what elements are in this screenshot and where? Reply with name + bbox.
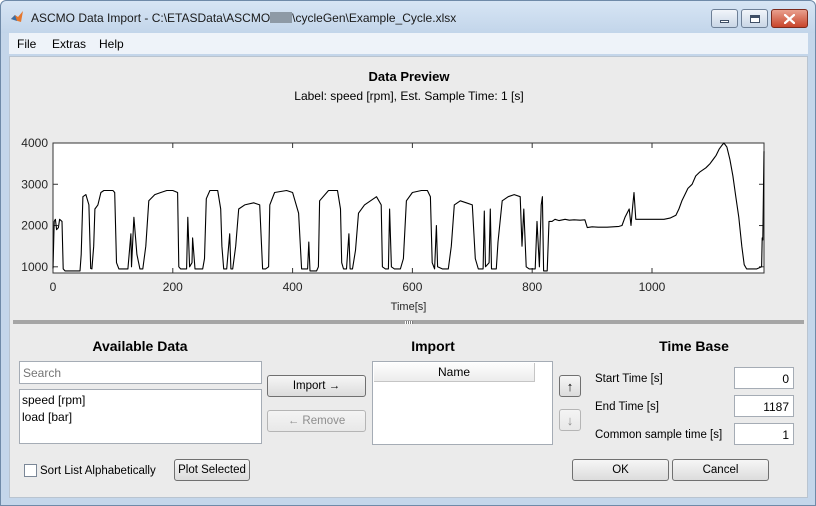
window-title: ASCMO Data Import - C:\ETASData\ASCMO \cy… — [31, 11, 457, 25]
common-sample-time-label: Common sample time [s] — [595, 429, 723, 441]
start-time-label: Start Time [s] — [595, 373, 663, 385]
x-tick-label: 200 — [163, 280, 183, 294]
arrow-down-icon: ↓ — [566, 412, 574, 428]
plot-area — [52, 142, 765, 274]
y-tick-label: 2000 — [21, 219, 48, 233]
name-column-header[interactable]: Name — [374, 363, 535, 382]
matlab-app-icon — [11, 11, 23, 22]
available-data-list[interactable]: speed [rpm] load [bar] — [19, 389, 262, 444]
menu-extras[interactable]: Extras — [52, 37, 86, 51]
arrow-up-icon: ↑ — [566, 378, 574, 394]
end-time-field[interactable]: 1187 — [734, 395, 794, 417]
common-sample-time-field[interactable]: 1 — [734, 423, 794, 445]
move-up-button[interactable]: ↑ — [559, 375, 581, 397]
cancel-button[interactable]: Cancel — [672, 459, 769, 481]
splitter-grip[interactable] — [405, 321, 413, 324]
data-preview-chart: 1000 2000 3000 4000 0 200 400 600 800 1000 Time[s] — [21, 136, 765, 313]
remove-button[interactable]: ← Remove — [267, 410, 366, 432]
x-tick-label: 800 — [522, 280, 542, 294]
redacted-text — [270, 12, 293, 23]
import-list[interactable]: Name — [372, 361, 553, 445]
import-title: Import — [411, 338, 455, 354]
preview-subtitle: Label: speed [rpm], Est. Sample Time: 1 … — [294, 89, 524, 103]
x-tick-label: 600 — [402, 280, 422, 294]
import-button[interactable]: Import → — [267, 375, 366, 397]
available-data-title: Available Data — [92, 338, 188, 354]
y-tick-label: 1000 — [21, 260, 48, 274]
menu-file[interactable]: File — [17, 37, 36, 51]
start-time-field[interactable]: 0 — [734, 367, 794, 389]
end-time-label: End Time [s] — [595, 401, 659, 413]
close-button[interactable] — [771, 9, 808, 28]
menu-help[interactable]: Help — [99, 37, 124, 51]
search-input[interactable] — [19, 361, 262, 384]
time-base-title: Time Base — [659, 338, 729, 354]
title-bar[interactable]: ASCMO Data Import - C:\ETASData\ASCMO \cy… — [1, 1, 815, 33]
minimize-icon — [720, 20, 729, 23]
x-tick-label: 400 — [283, 280, 303, 294]
y-tick-label: 4000 — [21, 136, 48, 150]
menu-bar: File Extras Help — [9, 33, 808, 54]
maximize-icon — [749, 14, 760, 23]
move-down-button[interactable]: ↓ — [559, 409, 581, 431]
sort-alphabetically-label: Sort List Alphabetically — [40, 465, 156, 477]
maximize-button[interactable] — [741, 9, 768, 28]
minimize-button[interactable] — [711, 9, 738, 28]
x-tick-label: 1000 — [639, 280, 666, 294]
ok-button[interactable]: OK — [572, 459, 669, 481]
close-icon — [784, 13, 795, 24]
list-item-speed[interactable]: speed [rpm] — [22, 392, 259, 409]
x-axis-label: Time[s] — [391, 301, 427, 313]
x-tick-label: 0 — [50, 280, 57, 294]
import-dialog-window: ASCMO Data Import - C:\ETASData\ASCMO \cy… — [0, 0, 816, 506]
y-tick-label: 3000 — [21, 177, 48, 191]
plot-selected-button[interactable]: Plot Selected — [174, 459, 250, 481]
list-item-load[interactable]: load [bar] — [22, 409, 259, 426]
sort-alphabetically-checkbox[interactable] — [24, 464, 37, 477]
preview-title: Data Preview — [368, 69, 450, 84]
